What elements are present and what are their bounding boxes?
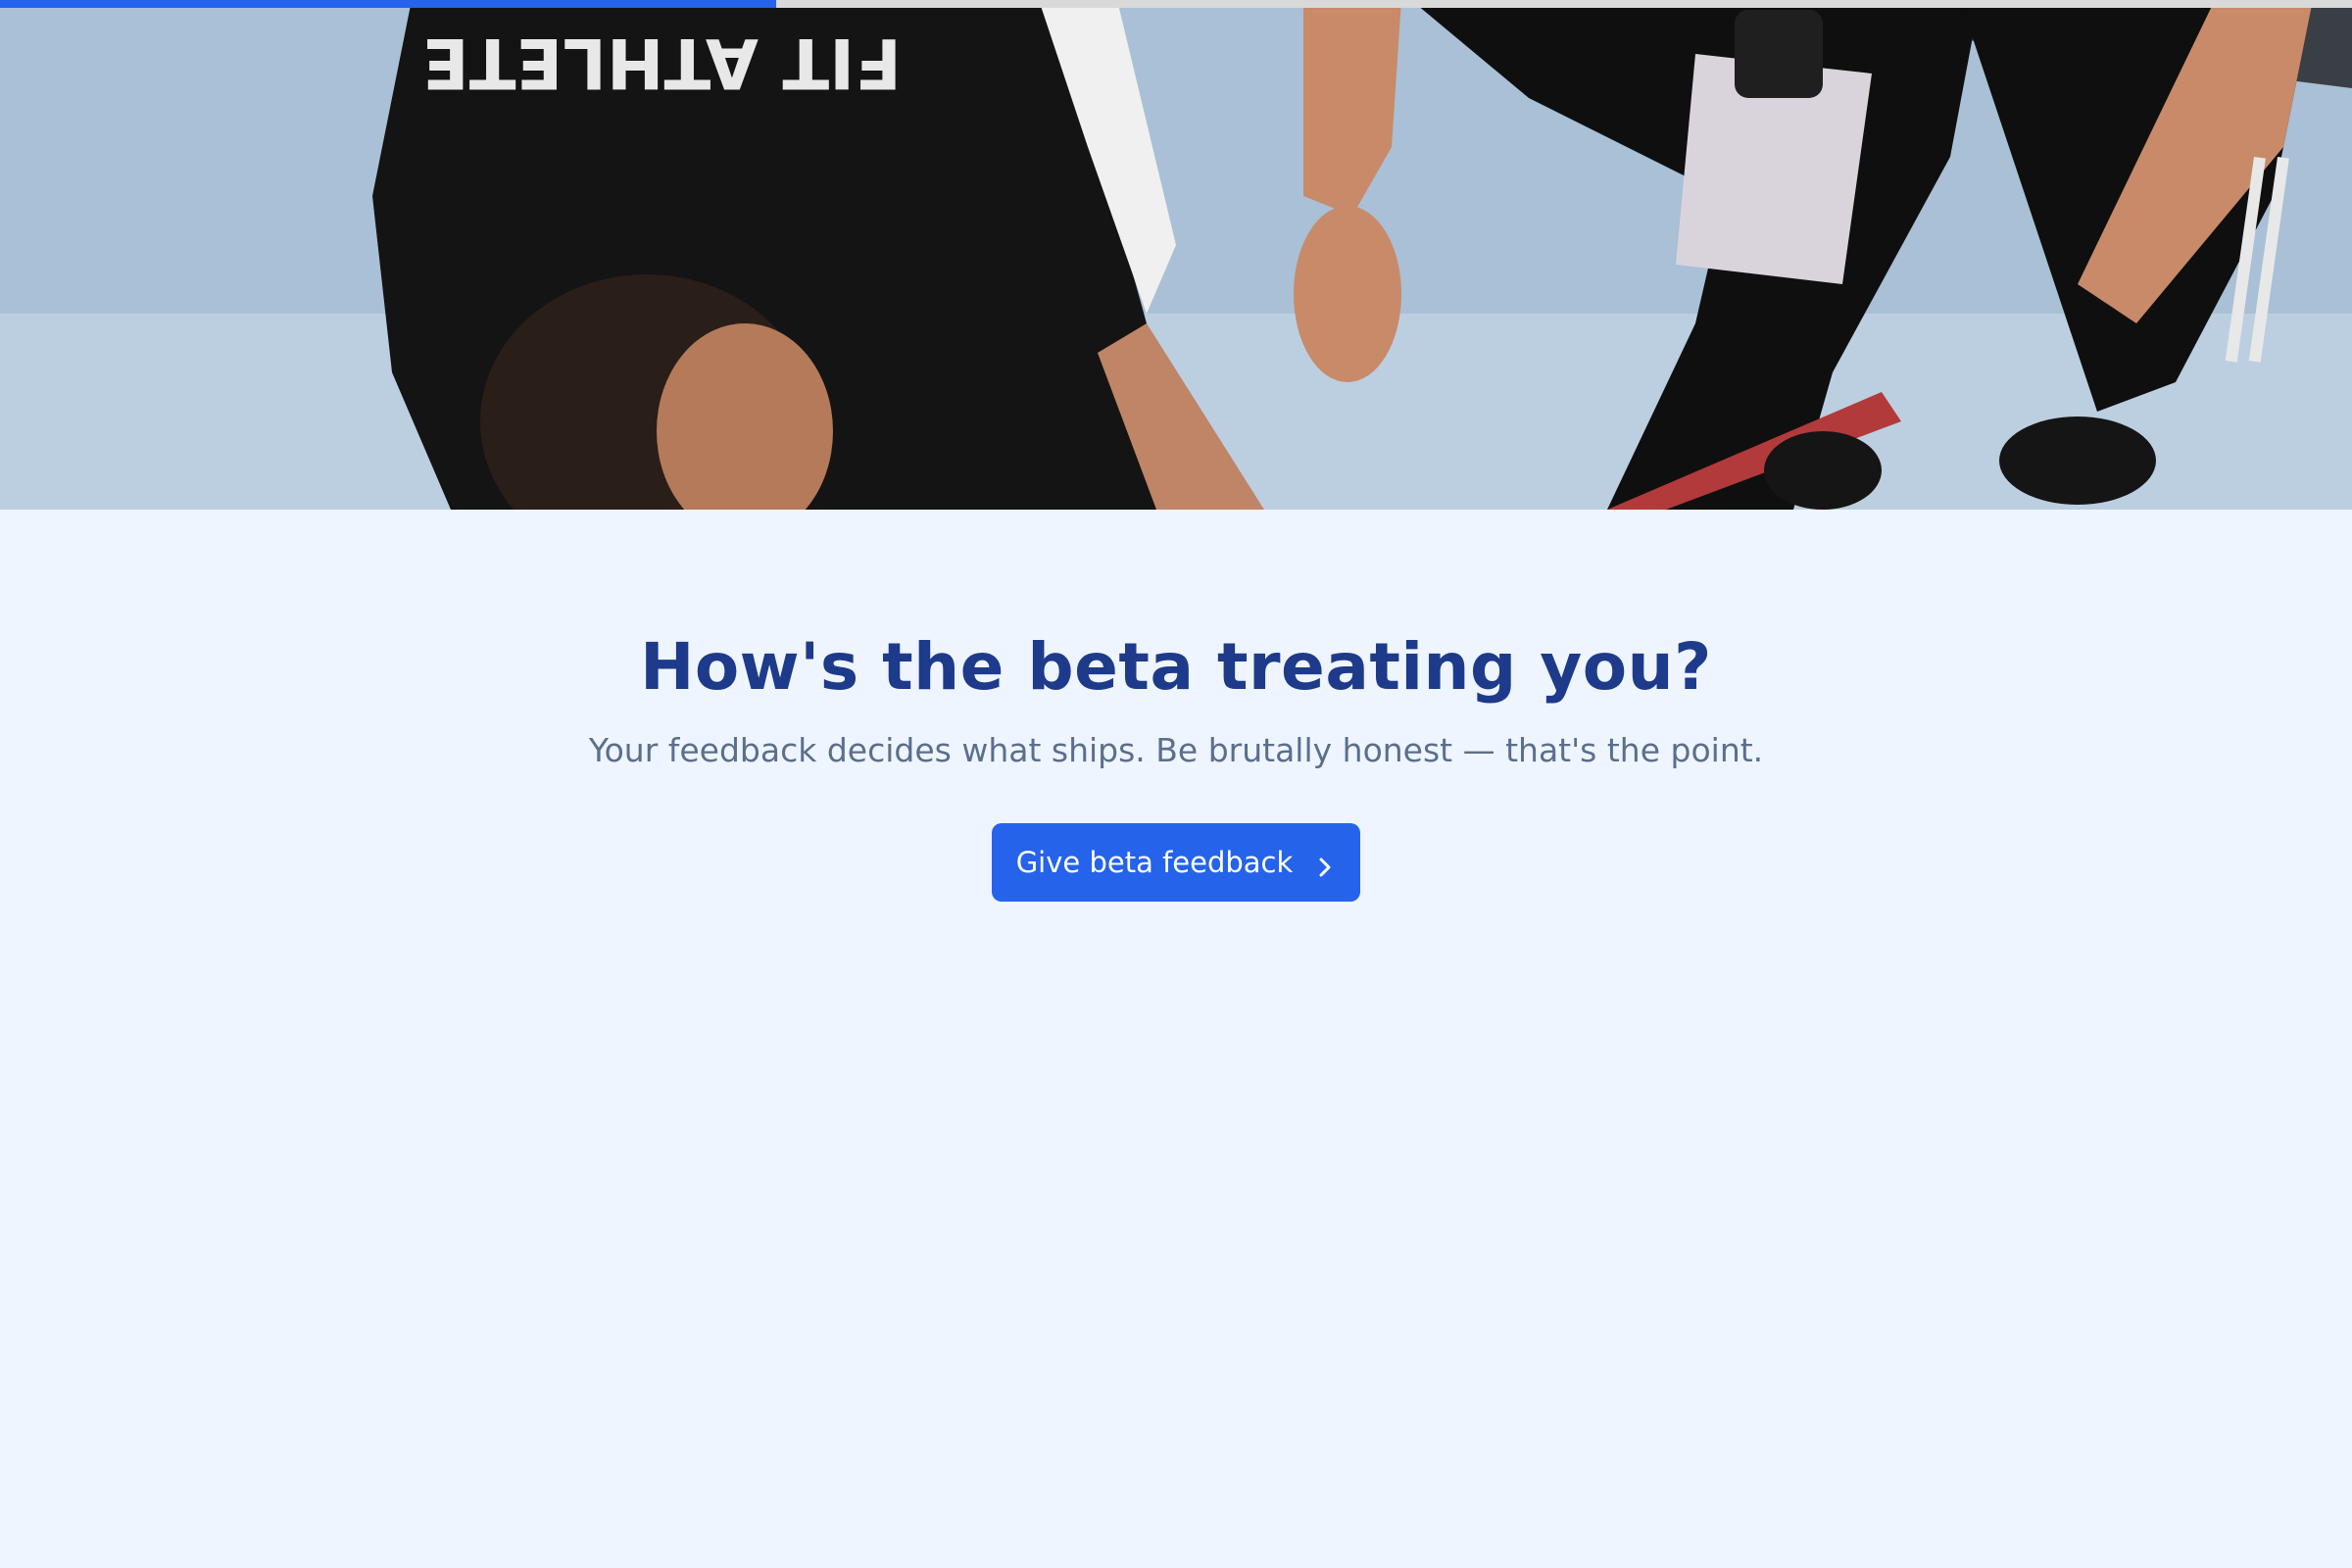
hero-image: FIT ATHLETE bbox=[0, 0, 2352, 510]
progress-bar-fill bbox=[0, 0, 776, 8]
svg-text:FIT ATHLETE: FIT ATHLETE bbox=[422, 23, 902, 103]
subtitle: Your feedback decides what ships. Be bru… bbox=[588, 731, 1764, 769]
page-title: How's the beta treating you? bbox=[640, 629, 1712, 705]
button-label: Give beta feedback bbox=[1015, 846, 1294, 879]
give-beta-feedback-button[interactable]: Give beta feedback bbox=[992, 823, 1360, 902]
progress-bar bbox=[0, 0, 2352, 8]
athlete-photo-illustration: FIT ATHLETE bbox=[0, 0, 2352, 510]
chevron-right-icon bbox=[1314, 852, 1336, 877]
beta-feedback-page: FIT ATHLETE How's the beta treating you?… bbox=[0, 0, 2352, 1568]
